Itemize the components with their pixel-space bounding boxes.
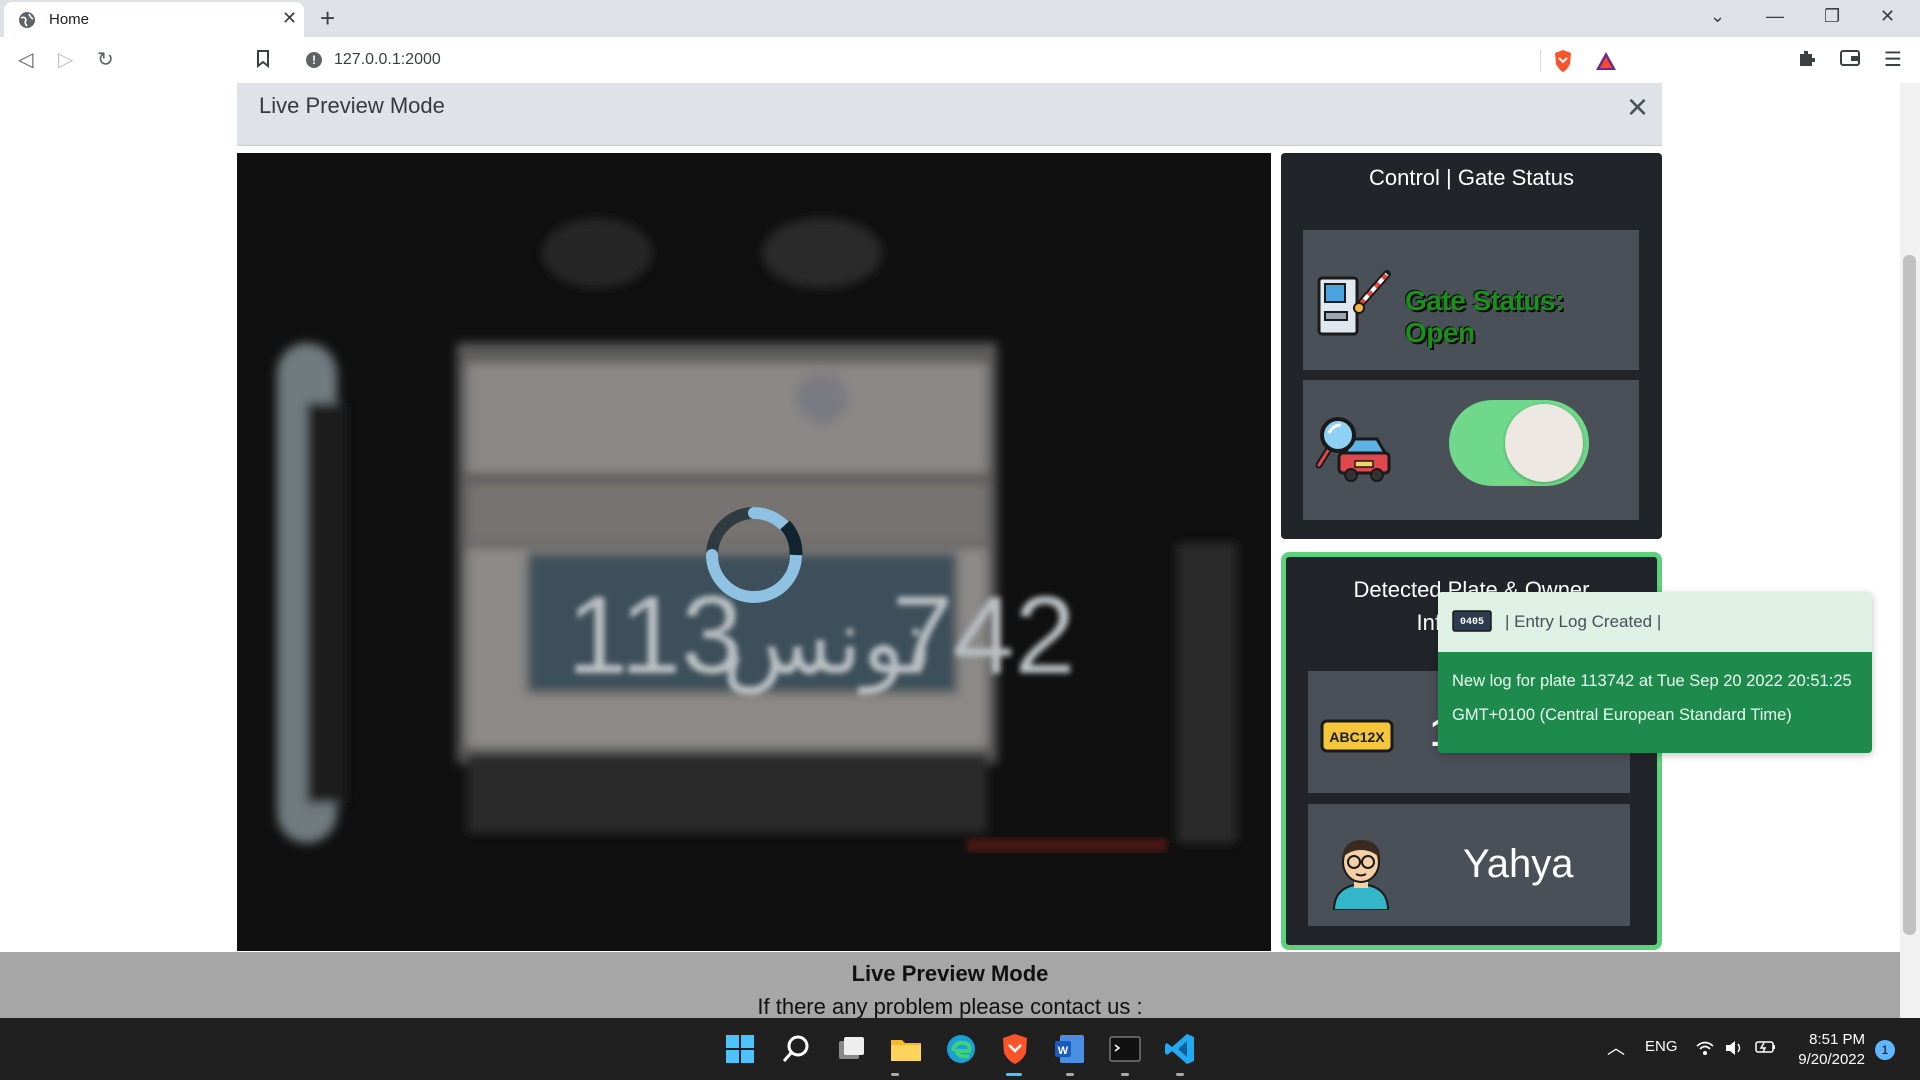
- menu-icon[interactable]: ☰: [1884, 47, 1902, 72]
- svg-text:W: W: [1058, 1045, 1069, 1057]
- modal-title: Live Preview Mode: [259, 93, 445, 118]
- explorer-running-indicator: [891, 1073, 899, 1076]
- tab-close-icon[interactable]: ✕: [282, 8, 297, 29]
- address-bar[interactable]: ! 127.0.0.1:2000: [292, 44, 1624, 77]
- owner-avatar-icon: [1332, 840, 1390, 910]
- globe-icon: [19, 12, 35, 28]
- clock-date: 9/20/2022: [1798, 1051, 1865, 1068]
- entry-log-toast[interactable]: 0405 | Entry Log Created | New log for p…: [1438, 592, 1872, 753]
- file-explorer-icon[interactable]: [888, 1031, 924, 1067]
- taskbar-clock[interactable]: 8:51 PM 9/20/2022: [1790, 1030, 1865, 1070]
- clock-time: 8:51 PM: [1809, 1031, 1865, 1048]
- car-search-icon: [1315, 417, 1391, 482]
- back-button[interactable]: ◁: [18, 47, 33, 72]
- bookmark-icon[interactable]: [256, 50, 270, 68]
- edge-browser-icon[interactable]: [943, 1031, 979, 1067]
- notification-badge[interactable]: 1: [1875, 1040, 1895, 1060]
- camera-frame-image: 113 تونس 742: [237, 153, 1271, 951]
- forward-button[interactable]: ▷: [58, 47, 73, 72]
- footer-title: Live Preview Mode: [851, 961, 1049, 986]
- toast-body: New log for plate 113742 at Tue Sep 20 2…: [1438, 652, 1872, 753]
- toast-header-text: | Entry Log Created |: [1505, 612, 1662, 631]
- browser-toolbar: ◁ ▷ ↻ ! 127.0.0.1:2000 ☰: [0, 37, 1920, 84]
- vscode-running-indicator: [1176, 1073, 1184, 1076]
- tray-chevron-up-icon[interactable]: ︿: [1607, 1034, 1625, 1060]
- task-view-icon[interactable]: [833, 1031, 869, 1067]
- close-window-button[interactable]: ✕: [1880, 6, 1895, 27]
- page-content: Live Preview Mode × 113 تونس 742 Control…: [0, 83, 1920, 1018]
- browser-tab-home[interactable]: Home ✕: [4, 2, 304, 37]
- plate-detection-toggle[interactable]: [1449, 400, 1589, 486]
- windows-taskbar: W ︿ ENG 8:51 PM 9/20/2022 1: [0, 1018, 1920, 1080]
- license-plate-icon-text: ABC12X: [1329, 729, 1385, 745]
- url-text: 127.0.0.1:2000: [334, 51, 441, 68]
- brave-browser-icon[interactable]: [997, 1031, 1033, 1067]
- footer-contact-text: If there any problem please contact us :: [757, 994, 1143, 1018]
- control-panel-title: Control | Gate Status: [1368, 165, 1575, 190]
- brave-rewards-icon[interactable]: [1595, 51, 1617, 71]
- language-indicator[interactable]: ENG: [1645, 1038, 1678, 1055]
- control-panel: Control | Gate Status Gate Status: Open: [1281, 153, 1662, 539]
- toast-header: 0405 | Entry Log Created |: [1438, 592, 1872, 652]
- page-footer: Live Preview Mode If there any problem p…: [0, 952, 1900, 1018]
- site-info-icon[interactable]: !: [306, 52, 322, 68]
- minimize-button[interactable]: —: [1766, 6, 1784, 27]
- terminal-icon[interactable]: [1107, 1031, 1143, 1067]
- detection-toggle-card: [1303, 380, 1639, 520]
- tab-title: Home: [49, 11, 90, 28]
- new-tab-button[interactable]: +: [320, 3, 335, 34]
- plate-number-right: 742: [892, 574, 1076, 697]
- camera-feed: 113 تونس 742: [237, 153, 1271, 951]
- extensions-icon[interactable]: [1797, 48, 1817, 68]
- brave-shield-icon[interactable]: [1552, 49, 1574, 73]
- owner-name: Yahya: [1463, 842, 1574, 886]
- modal-header: Live Preview Mode ×: [237, 83, 1662, 146]
- plate-log-icon: 0405: [1452, 610, 1492, 632]
- terminal-running-indicator: [1121, 1073, 1129, 1076]
- plate-number-left: 113: [567, 574, 742, 697]
- address-separator: [1540, 50, 1541, 72]
- search-icon[interactable]: [778, 1031, 814, 1067]
- browser-tab-bar: Home ✕ + ⌄ — ❐ ✕: [0, 0, 1920, 37]
- gate-status-card: Gate Status: Open: [1303, 230, 1639, 370]
- tab-search-chevron-icon[interactable]: ⌄: [1710, 6, 1725, 27]
- modal-close-button[interactable]: ×: [1627, 89, 1648, 125]
- gate-barrier-icon: [1317, 270, 1391, 336]
- toast-body-line1: New log for plate 113742 at Tue Sep 20 2…: [1452, 672, 1852, 690]
- restore-button[interactable]: ❐: [1824, 6, 1840, 27]
- windows-start-icon[interactable]: [722, 1031, 758, 1067]
- page-scrollbar-thumb[interactable]: [1903, 255, 1916, 935]
- reload-button[interactable]: ↻: [97, 47, 114, 72]
- gate-status-text: Gate Status: Open: [1405, 285, 1564, 348]
- wifi-icon[interactable]: [1696, 1040, 1714, 1056]
- vscode-icon[interactable]: [1162, 1031, 1198, 1067]
- word-icon[interactable]: W: [1052, 1031, 1088, 1067]
- word-running-indicator: [1066, 1073, 1074, 1076]
- battery-icon[interactable]: [1755, 1039, 1777, 1055]
- toggle-knob: [1505, 404, 1583, 482]
- wallet-icon[interactable]: [1839, 48, 1861, 68]
- owner-card: Yahya: [1308, 804, 1630, 926]
- plate-log-icon-text: 0405: [1460, 617, 1484, 628]
- license-plate-icon: ABC12X: [1320, 719, 1394, 753]
- brave-active-indicator: [1006, 1073, 1022, 1076]
- toast-body-line2: GMT+0100 (Central European Standard Time…: [1452, 706, 1792, 724]
- volume-icon[interactable]: [1724, 1040, 1744, 1056]
